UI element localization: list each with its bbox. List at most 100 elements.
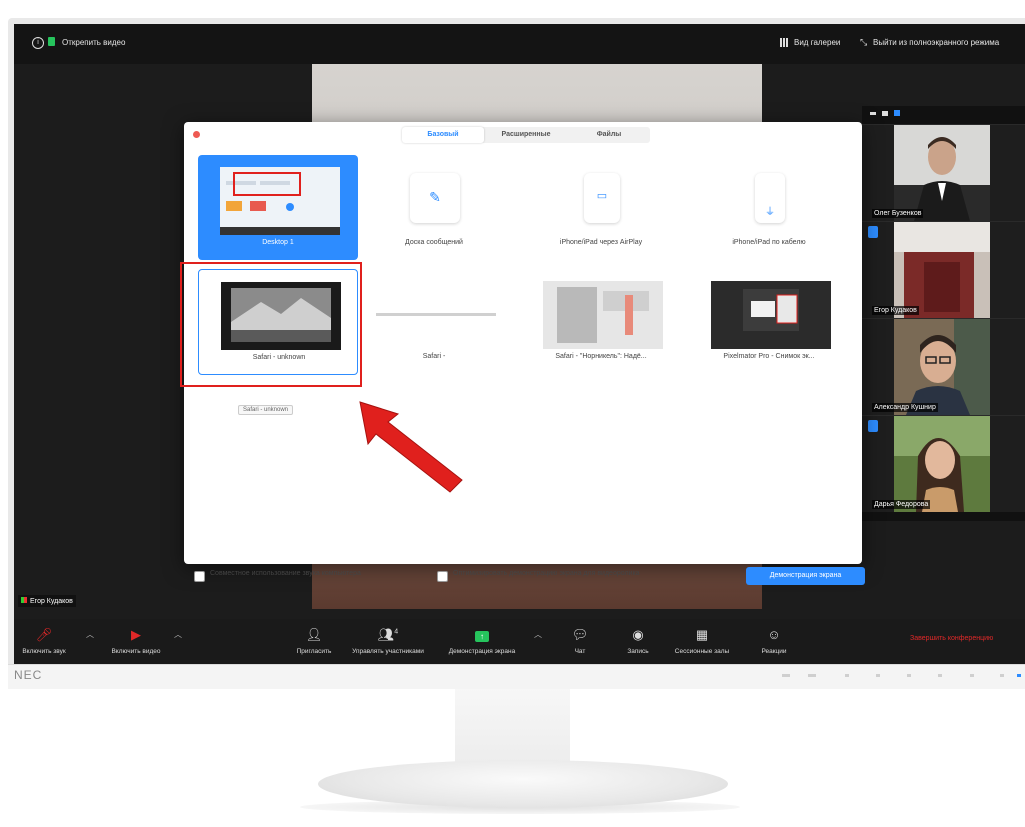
share-option-label: Safari - "Норникель": Надё... — [555, 353, 647, 360]
tab-advanced[interactable]: Расширенные — [484, 127, 568, 143]
monitor-control-button[interactable] — [1000, 674, 1004, 677]
tab-basic[interactable]: Базовый — [402, 127, 484, 143]
participant-tile[interactable]: Дарья Федорова — [862, 415, 1025, 512]
participant-tile[interactable]: Александр Кушнир — [862, 318, 1025, 415]
participant-video — [894, 125, 990, 221]
share-option-label: Desktop 1 — [262, 239, 294, 246]
share-sound-checkbox[interactable] — [194, 571, 205, 582]
monitor-control-button[interactable] — [845, 674, 849, 677]
info-icon[interactable]: i — [32, 37, 44, 49]
monitor-stand-neck — [455, 688, 570, 770]
invite-button[interactable]: 👤︎ Пригласить — [284, 619, 344, 664]
share-sound-label: Совместное использование звука компьютер… — [210, 570, 361, 577]
start-video-label: Включить видео — [111, 648, 161, 655]
share-option-safari-nornickel[interactable]: Safari - "Норникель": Надё... — [521, 269, 681, 374]
safari-thumbnail — [376, 281, 496, 349]
reactions-label: Реакции — [761, 648, 787, 655]
power-led — [1017, 674, 1021, 677]
participant-tile[interactable]: Олег Бузенков — [862, 124, 1025, 221]
tab-files[interactable]: Файлы — [568, 127, 650, 143]
unmute-label: Включить звук — [22, 648, 66, 655]
tooltip: Safari - unknown — [238, 405, 294, 415]
chat-icon: 💬︎ — [571, 627, 589, 642]
pencil-icon: ✎ — [429, 189, 441, 205]
layout-icon[interactable] — [894, 110, 900, 116]
minimize-icon[interactable] — [870, 112, 876, 115]
close-icon[interactable] — [193, 131, 200, 138]
share-option-cable[interactable]: ⏚ iPhone/iPad по кабелю — [689, 155, 849, 260]
ipad-tile: ▭ — [584, 173, 620, 223]
monitor-control-button[interactable] — [876, 674, 880, 677]
invite-label: Пригласить — [296, 648, 332, 655]
video-off-icon: ▶ — [131, 627, 141, 642]
breakout-rooms-button[interactable]: ▦ Сессионные залы — [664, 619, 740, 664]
pixelmator-thumbnail — [711, 281, 831, 349]
whiteboard-tile: ✎ — [410, 173, 460, 223]
share-screen-toolbar-button[interactable]: ↑ Демонстрация экрана — [434, 619, 530, 664]
end-meeting-button[interactable]: Завершить конференцию — [910, 635, 993, 642]
chat-button[interactable]: 💬︎ Чат — [560, 619, 600, 664]
monitor-control-button[interactable] — [907, 674, 911, 677]
start-video-button[interactable]: ▶ Включить видео — [100, 619, 172, 664]
record-label: Запись — [627, 648, 649, 655]
breakout-rooms-label: Сессионные залы — [674, 648, 730, 655]
chat-label: Чат — [574, 648, 586, 655]
participant-name: Александр Кушнир — [872, 403, 938, 412]
share-option-label: Доска сообщений — [405, 239, 463, 246]
record-icon: ◉ — [632, 627, 644, 642]
share-screen-label: Демонстрация экрана — [448, 648, 516, 655]
share-option-safari[interactable]: Safari - — [354, 269, 514, 374]
add-user-icon: 👤︎ — [305, 627, 323, 642]
gallery-view-button[interactable]: Вид галереи — [794, 38, 840, 47]
safari-thumbnail — [543, 281, 663, 349]
participants-label: Управлять участниками — [352, 648, 424, 655]
participants-icon: 👥︎4 — [377, 627, 399, 642]
share-option-label: Safari - — [422, 353, 446, 360]
airplay-icon: ▭ — [596, 190, 608, 202]
breakout-rooms-icon: ▦ — [695, 627, 709, 642]
chevron-up-icon[interactable]: ︿ — [174, 629, 182, 640]
hand-icon — [868, 226, 878, 238]
dialog-tabs: Базовый Расширенные Файлы — [402, 127, 650, 143]
unmute-button[interactable]: 🎤︎ Включить звук — [14, 619, 74, 664]
monitor-control-button[interactable] — [782, 674, 790, 677]
participant-count: 4 — [394, 628, 399, 636]
participant-video — [894, 319, 990, 415]
iphone-tile: ⏚ — [755, 173, 785, 223]
self-name-tag: Егор Кудаков — [18, 595, 76, 607]
muted-mic-icon: 🎤︎ — [35, 627, 53, 642]
gallery-icon[interactable] — [780, 38, 789, 47]
share-option-desktop[interactable]: Desktop 1 — [198, 155, 358, 260]
chevron-up-icon[interactable]: ︿ — [534, 629, 542, 640]
participant-video — [894, 222, 990, 318]
restore-icon[interactable] — [882, 111, 888, 116]
red-arrow-icon — [359, 401, 463, 493]
share-option-label: Pixelmator Pro - Снимок эк... — [723, 353, 815, 360]
signal-icon — [21, 597, 27, 603]
meeting-topbar: i Открепить видео Вид галереи ⤡ Выйти из… — [14, 24, 1025, 64]
exit-fullscreen-button[interactable]: Выйти из полноэкранного режима — [873, 38, 999, 47]
participant-name: Егор Кудаков — [872, 306, 919, 315]
fullscreen-icon[interactable]: ⤡ — [860, 37, 867, 48]
participant-tile[interactable]: Егор Кудаков — [862, 221, 1025, 318]
share-option-pixelmator[interactable]: Pixelmator Pro - Снимок эк... — [689, 269, 849, 374]
hand-icon — [868, 420, 878, 432]
share-option-airplay[interactable]: ▭ iPhone/iPad через AirPlay — [521, 155, 681, 260]
stop-video-label[interactable]: Открепить видео — [62, 38, 125, 47]
share-screen-button[interactable]: Демонстрация экрана — [746, 567, 865, 585]
monitor-control-button[interactable] — [970, 674, 974, 677]
participant-name: Дарья Федорова — [872, 500, 931, 509]
participant-video — [894, 416, 990, 512]
monitor-control-button[interactable] — [938, 674, 942, 677]
red-highlight-box — [180, 262, 362, 387]
chevron-up-icon[interactable]: ︿ — [86, 629, 94, 640]
share-option-label: iPhone/iPad по кабелю — [732, 239, 806, 246]
optimize-video-checkbox[interactable] — [437, 571, 448, 582]
panel-controls — [870, 108, 920, 120]
record-button[interactable]: ◉ Запись — [614, 619, 662, 664]
share-option-whiteboard[interactable]: ✎ Доска сообщений — [354, 155, 514, 260]
monitor-control-button[interactable] — [808, 674, 816, 677]
manage-participants-button[interactable]: 👥︎4 Управлять участниками — [342, 619, 434, 664]
reactions-button[interactable]: ☺ Реакции — [750, 619, 798, 664]
lock-icon[interactable] — [48, 37, 55, 46]
